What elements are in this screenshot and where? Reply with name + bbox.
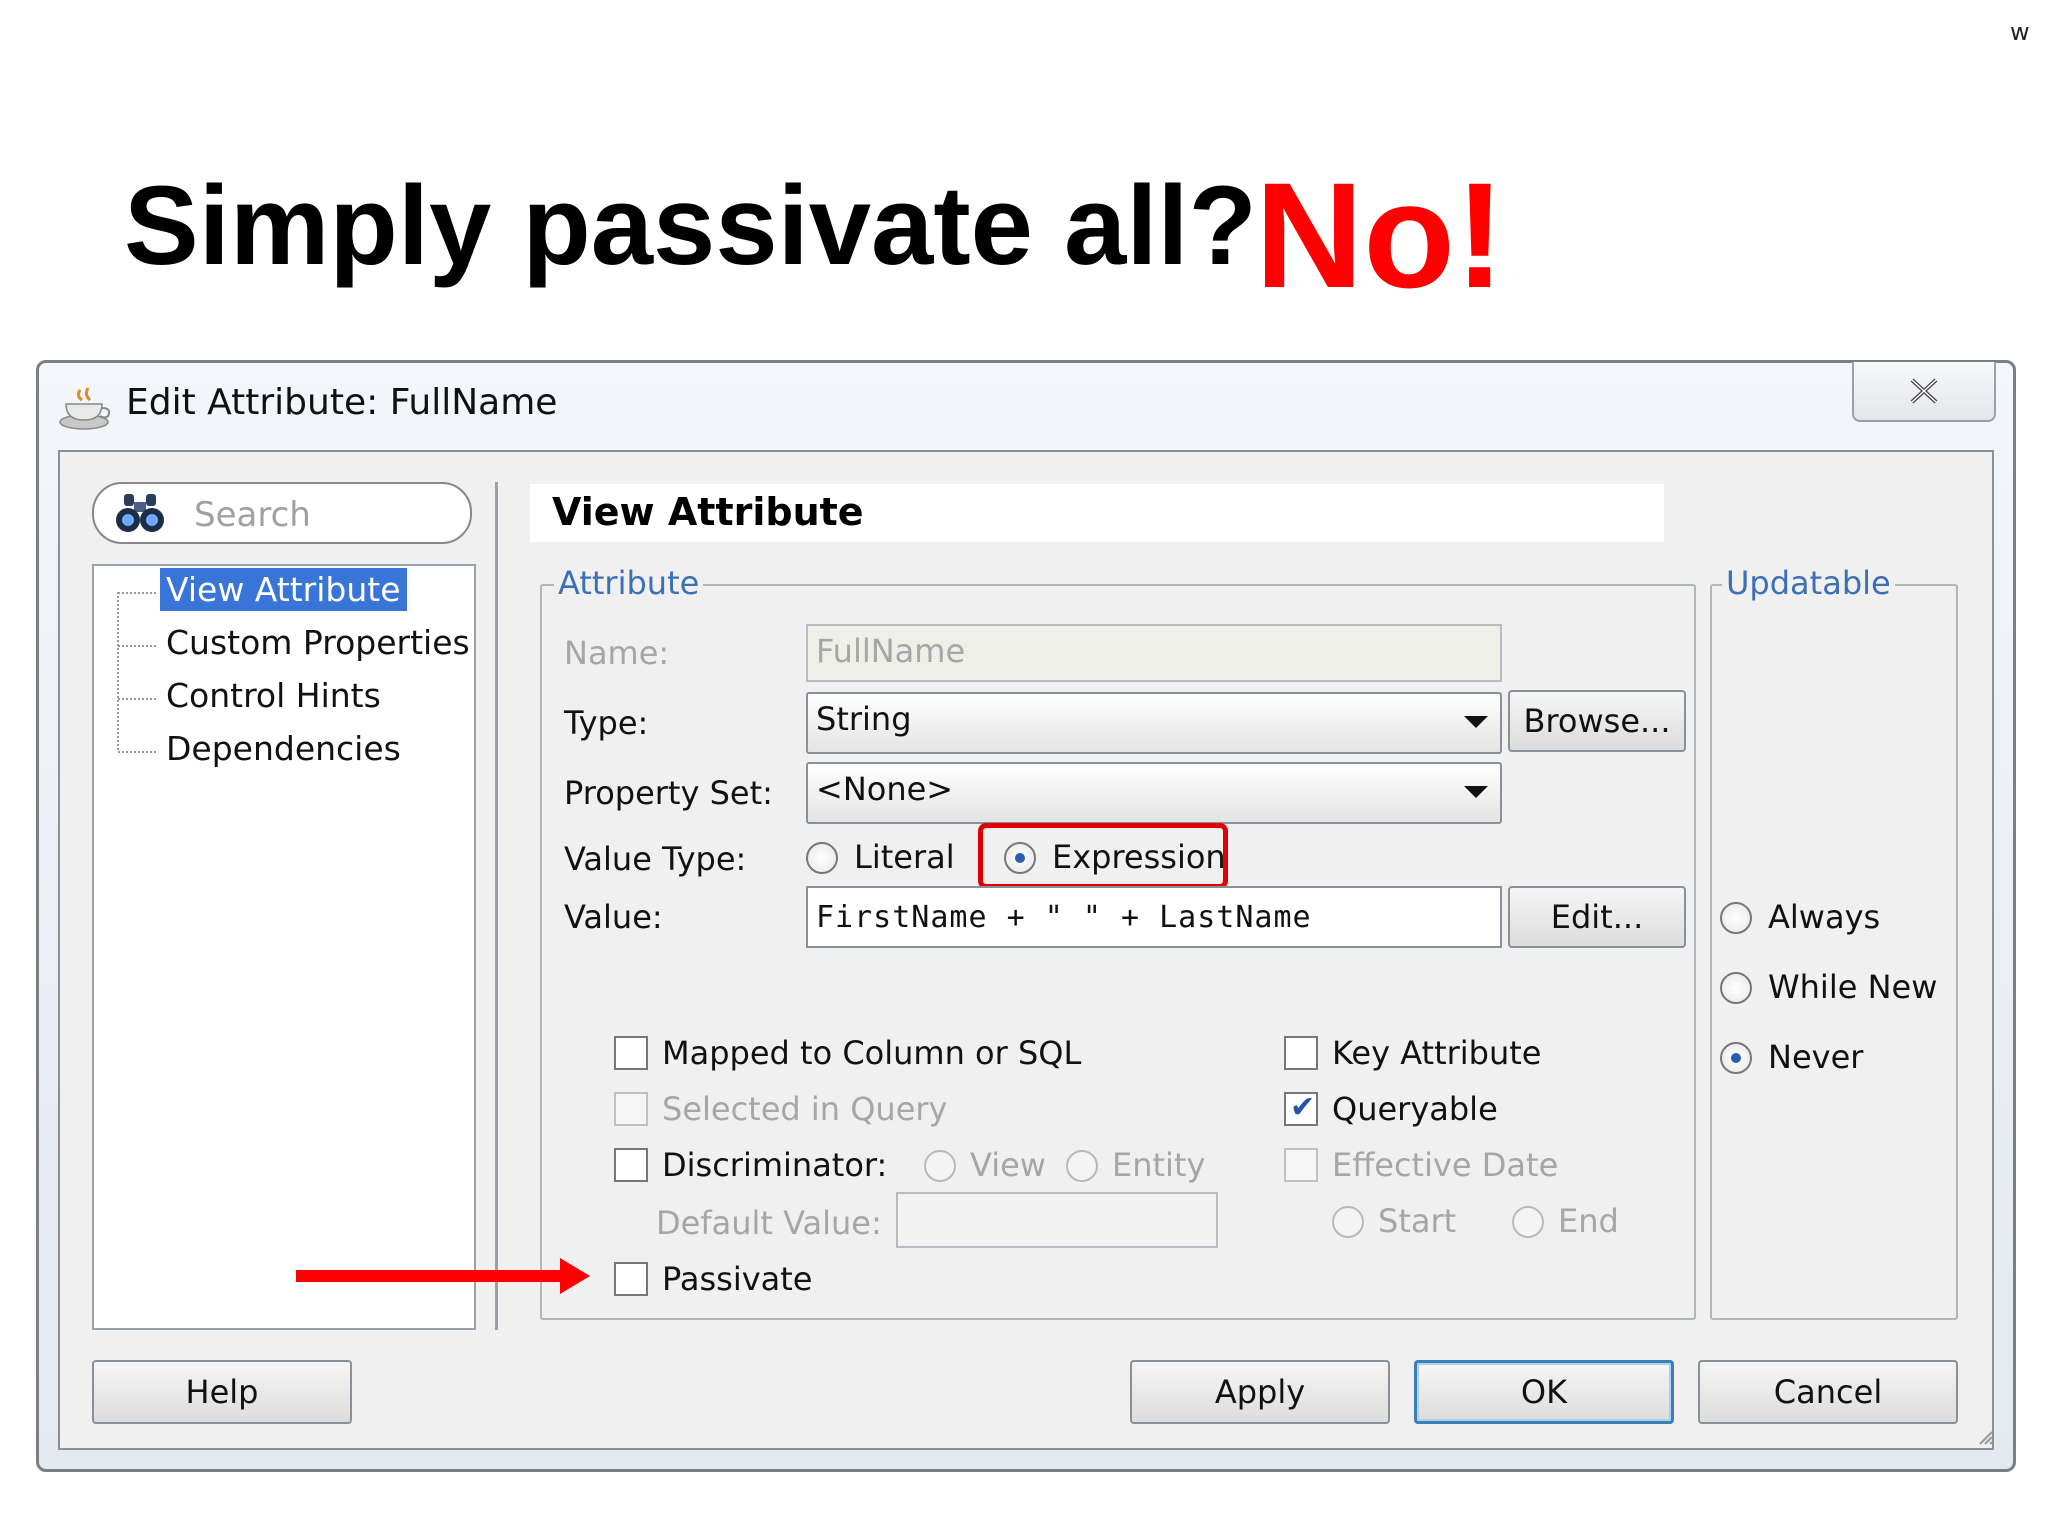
type-label: Type:: [564, 704, 649, 742]
tree-connector: [118, 592, 156, 594]
checkmark-icon: ✔: [1290, 1090, 1316, 1125]
effective-date-start-radio[interactable]: [1332, 1206, 1364, 1238]
effective-date-start-label: Start: [1378, 1202, 1457, 1240]
help-button[interactable]: Help: [92, 1360, 352, 1424]
queryable-label: Queryable: [1332, 1090, 1498, 1128]
updatable-always-label: Always: [1768, 898, 1881, 936]
tree-connector: [118, 698, 156, 700]
browse-button[interactable]: Browse...: [1508, 690, 1686, 752]
property-set-dropdown[interactable]: <None>: [806, 762, 1502, 824]
selected-in-query-label: Selected in Query: [662, 1090, 948, 1128]
discriminator-view-label: View: [970, 1146, 1046, 1184]
slide-answer: No!: [1255, 151, 1505, 319]
effective-date-label: Effective Date: [1332, 1146, 1559, 1184]
dialog-title: Edit Attribute: FullName: [126, 382, 558, 423]
literal-radio-label: Literal: [854, 838, 955, 876]
panel-title: View Attribute: [552, 490, 864, 534]
key-attribute-checkbox[interactable]: [1284, 1036, 1318, 1070]
nav-item-dependencies[interactable]: Dependencies: [160, 727, 407, 770]
passivate-checkbox[interactable]: [614, 1262, 648, 1296]
value-label: Value:: [564, 898, 663, 936]
discriminator-label: Discriminator:: [662, 1146, 888, 1184]
updatable-while-new-radio[interactable]: [1720, 972, 1752, 1004]
close-button[interactable]: [1852, 362, 1996, 422]
attribute-group-legend: Attribute: [554, 564, 704, 602]
effective-date-end-label: End: [1558, 1202, 1619, 1240]
discriminator-view-radio[interactable]: [924, 1150, 956, 1182]
annotation-arrow-head-icon: [560, 1258, 590, 1294]
updatable-while-new-label: While New: [1768, 968, 1938, 1006]
discriminator-entity-label: Entity: [1112, 1146, 1206, 1184]
cancel-button[interactable]: Cancel: [1698, 1360, 1958, 1424]
apply-button[interactable]: Apply: [1130, 1360, 1390, 1424]
default-value-label: Default Value:: [656, 1204, 882, 1242]
discriminator-entity-radio[interactable]: [1066, 1150, 1098, 1182]
key-attribute-label: Key Attribute: [1332, 1034, 1542, 1072]
nav-item-custom-properties[interactable]: Custom Properties: [160, 621, 476, 664]
discriminator-checkbox[interactable]: [614, 1148, 648, 1182]
nav-item-view-attribute[interactable]: View Attribute: [160, 568, 407, 611]
close-icon: [1910, 378, 1938, 404]
chevron-down-icon: [1464, 716, 1488, 728]
tree-connector: [118, 645, 156, 647]
default-value-field[interactable]: [896, 1192, 1218, 1248]
expression-highlight-box: [978, 823, 1228, 889]
effective-date-checkbox[interactable]: [1284, 1148, 1318, 1182]
pane-splitter[interactable]: [495, 482, 498, 1330]
name-field: FullName: [806, 624, 1502, 682]
ok-button[interactable]: OK: [1414, 1360, 1674, 1424]
type-dropdown-value: String: [816, 700, 912, 738]
search-input[interactable]: [192, 494, 456, 536]
coffee-cup-icon: [59, 387, 111, 430]
updatable-always-radio[interactable]: [1720, 902, 1752, 934]
updatable-never-radio[interactable]: [1720, 1042, 1752, 1074]
nav-item-control-hints[interactable]: Control Hints: [160, 674, 387, 717]
passivate-label: Passivate: [662, 1260, 813, 1298]
effective-date-end-radio[interactable]: [1512, 1206, 1544, 1238]
binoculars-icon: [116, 494, 164, 532]
value-field[interactable]: FirstName + " " + LastName: [806, 886, 1502, 948]
name-label: Name:: [564, 634, 670, 672]
mapped-to-column-label: Mapped to Column or SQL: [662, 1034, 1082, 1072]
property-set-label: Property Set:: [564, 774, 773, 812]
selected-in-query-checkbox[interactable]: [614, 1092, 648, 1126]
queryable-checkbox[interactable]: ✔: [1284, 1090, 1318, 1126]
property-set-dropdown-value: <None>: [816, 770, 954, 808]
updatable-never-label: Never: [1768, 1038, 1864, 1076]
tree-connector: [117, 592, 119, 750]
updatable-group: [1710, 584, 1958, 1320]
literal-radio[interactable]: [806, 842, 838, 874]
mapped-to-column-checkbox[interactable]: [614, 1036, 648, 1070]
chevron-down-icon: [1464, 786, 1488, 798]
resize-grip-icon[interactable]: [1976, 1428, 1994, 1446]
edit-button[interactable]: Edit...: [1508, 886, 1686, 948]
corner-mark: w: [2010, 18, 2030, 46]
annotation-arrow-shaft: [296, 1270, 564, 1282]
tree-connector: [118, 751, 156, 753]
type-dropdown[interactable]: String: [806, 692, 1502, 754]
value-type-label: Value Type:: [564, 840, 747, 878]
updatable-group-legend: Updatable: [1722, 564, 1895, 602]
slide-title: Simply passivate all?: [124, 163, 1257, 288]
